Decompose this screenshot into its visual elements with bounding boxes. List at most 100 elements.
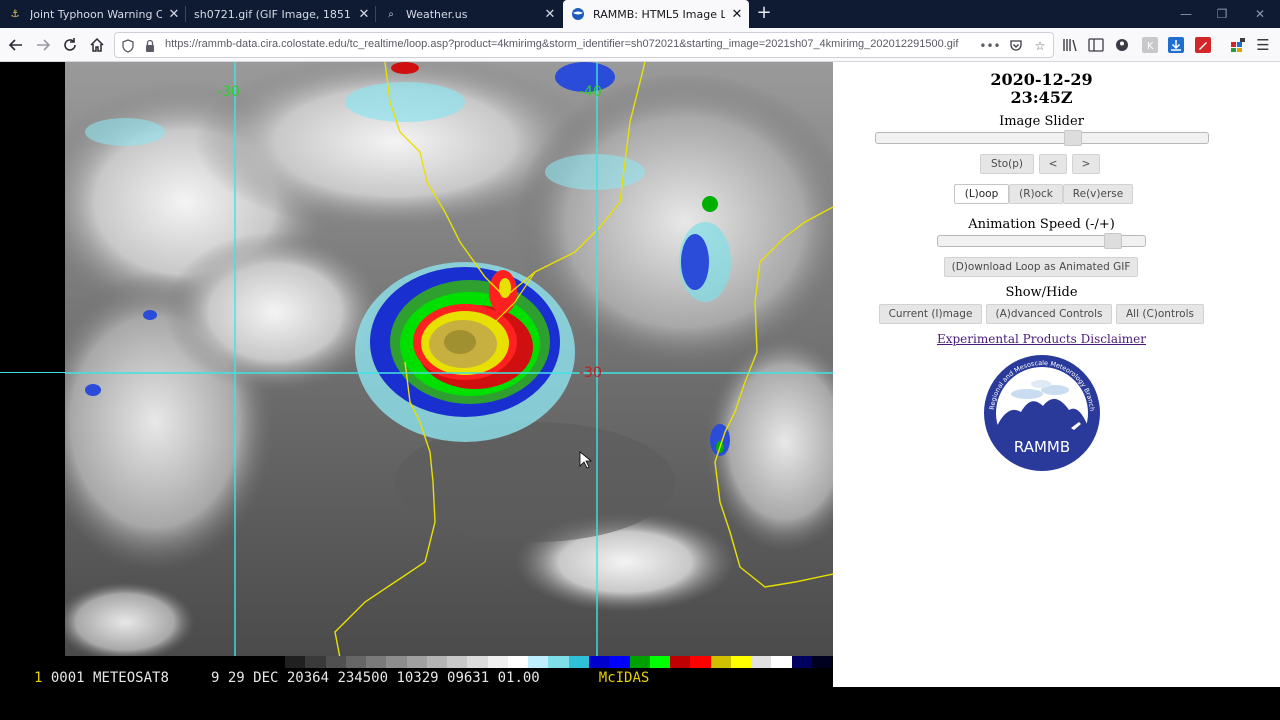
image-slider-label: Image Slider xyxy=(999,114,1084,129)
tab-title: sh0721.gif (GIF Image, 1851 × 938 pixels… xyxy=(194,7,352,21)
color-scale-swatch xyxy=(588,656,610,668)
logo-acronym: RAMMB xyxy=(1014,438,1070,456)
color-scale-swatch xyxy=(751,656,772,668)
minimize-icon[interactable]: — xyxy=(1168,0,1204,28)
download-gif-button[interactable]: (D)ownload Loop as Animated GIF xyxy=(944,257,1138,277)
satellite-info-strip: 1 0001 METEOSAT8 9 29 DEC 20364 234500 1… xyxy=(0,656,833,687)
animation-speed-label: Animation Speed (-/+) xyxy=(968,217,1115,232)
restore-icon[interactable]: ❐ xyxy=(1204,0,1240,28)
new-tab-button[interactable]: + xyxy=(752,0,776,28)
close-icon[interactable]: ✕ xyxy=(162,7,186,22)
color-scale-swatch xyxy=(528,656,549,668)
library-icon[interactable] xyxy=(1061,36,1079,54)
window-close-icon[interactable]: ✕ xyxy=(1242,0,1278,28)
color-scale-swatch xyxy=(811,656,833,668)
shield-icon[interactable] xyxy=(119,37,137,55)
bookmark-star-icon[interactable]: ☆ xyxy=(1031,37,1049,55)
color-scale-swatch xyxy=(406,656,427,668)
image-info-line: 1 0001 METEOSAT8 9 29 DEC 20364 234500 1… xyxy=(34,670,794,686)
color-scale-swatch xyxy=(791,656,812,668)
animation-speed-thumb[interactable] xyxy=(1104,233,1122,249)
current-image-button[interactable]: Current (I)mage xyxy=(879,304,982,324)
pen-extension-icon[interactable] xyxy=(1194,36,1212,54)
close-icon[interactable]: ✕ xyxy=(352,7,376,22)
grid-label-lon-30: -30 xyxy=(217,84,240,100)
color-scale-swatch xyxy=(386,656,407,668)
url-text[interactable]: https://rammb-data.cira.colostate.edu/tc… xyxy=(165,38,975,50)
tab-jtwc[interactable]: ⚓ Joint Typhoon Warning Center ✕ xyxy=(0,0,186,28)
page-content: -30 -40 -30 1 0001 METEOSAT8 9 29 DEC 20… xyxy=(0,62,1280,687)
color-scale-swatch xyxy=(447,656,468,668)
reverse-button[interactable]: Re(v)erse xyxy=(1063,184,1133,204)
stop-button[interactable]: Sto(p) xyxy=(980,154,1034,174)
account-icon[interactable] xyxy=(1113,36,1131,54)
globe-icon xyxy=(571,7,585,21)
back-button[interactable] xyxy=(4,33,28,57)
grid-line-extension xyxy=(0,372,65,374)
color-scale-swatch xyxy=(730,656,752,668)
rock-button[interactable]: (R)ock xyxy=(1009,184,1063,204)
search-icon: ⌕ xyxy=(388,8,394,20)
color-scale-swatch xyxy=(345,656,367,668)
reload-button[interactable] xyxy=(58,33,82,57)
sidebar-icon[interactable] xyxy=(1087,36,1105,54)
home-button[interactable] xyxy=(85,33,109,57)
looper-controls-panel: 2020-12-29 23:45Z Image Slider Sto(p) < … xyxy=(833,62,1280,687)
extensions-icon[interactable] xyxy=(1229,36,1247,54)
tab-rammb-looper[interactable]: RAMMB: HTML5 Image Looper ✕ xyxy=(563,0,749,28)
previous-frame-button[interactable]: < xyxy=(1039,154,1067,174)
color-scale-swatch xyxy=(426,656,448,668)
animation-speed-slider[interactable] xyxy=(937,233,1146,249)
tab-weather-us[interactable]: ⌕ Weather.us ✕ xyxy=(376,0,562,28)
image-slider[interactable] xyxy=(875,130,1209,146)
color-scale-swatch xyxy=(487,656,508,668)
pocket-icon[interactable] xyxy=(1007,37,1025,55)
next-frame-button[interactable]: > xyxy=(1072,154,1100,174)
page-margin xyxy=(0,62,65,687)
url-bar[interactable]: https://rammb-data.cira.colostate.edu/tc… xyxy=(114,32,1054,58)
image-date: 2020-12-29 xyxy=(990,70,1093,89)
menu-icon[interactable]: ☰ xyxy=(1254,36,1272,54)
color-scale-swatch xyxy=(771,656,792,668)
tab-title: RAMMB: HTML5 Image Looper xyxy=(593,7,725,21)
image-info-text: 0001 METEOSAT8 9 29 DEC 20364 234500 103… xyxy=(50,670,540,686)
color-scale-swatch xyxy=(670,656,691,668)
disclaimer-link[interactable]: Experimental Products Disclaimer xyxy=(833,332,1250,346)
more-actions-icon[interactable]: ••• xyxy=(979,37,1000,55)
tab-gif-image[interactable]: sh0721.gif (GIF Image, 1851 × 938 pixels… xyxy=(186,0,376,28)
forward-button[interactable] xyxy=(31,33,55,57)
lock-icon[interactable] xyxy=(141,37,159,55)
close-icon[interactable]: ✕ xyxy=(538,7,562,22)
color-scale-swatch xyxy=(467,656,488,668)
satellite-infrared-image: -30 -40 -30 xyxy=(65,62,833,658)
navigation-bar: https://rammb-data.cira.colostate.edu/tc… xyxy=(0,28,1280,62)
anchor-icon: ⚓ xyxy=(10,8,20,20)
tab-title: Weather.us xyxy=(406,7,468,21)
extension-k-icon[interactable]: K xyxy=(1141,36,1159,54)
satellite-image[interactable]: -30 -40 -30 xyxy=(65,62,833,658)
rammb-logo: Regional and Mesoscale Meteorology Branc… xyxy=(983,354,1101,472)
bottom-bar xyxy=(0,687,1280,720)
download-icon[interactable] xyxy=(1167,36,1185,54)
all-controls-button[interactable]: All (C)ontrols xyxy=(1116,304,1204,324)
arrow-right-icon xyxy=(37,39,51,51)
advanced-controls-button[interactable]: (A)dvanced Controls xyxy=(986,304,1112,324)
color-scale-swatch xyxy=(548,656,569,668)
grid-label-lat-30: -30 xyxy=(579,365,602,381)
loop-button[interactable]: (L)oop xyxy=(954,184,1009,204)
color-scale-swatch xyxy=(690,656,711,668)
tab-strip: ⚓ Joint Typhoon Warning Center ✕ sh0721.… xyxy=(0,0,1280,28)
grid-label-lon-40: -40 xyxy=(579,84,602,100)
color-scale-swatch xyxy=(649,656,671,668)
frame-number: 1 xyxy=(34,670,43,686)
color-scale-swatch xyxy=(305,656,326,668)
reload-icon xyxy=(64,38,76,51)
mcidas-brand: McIDAS xyxy=(598,670,650,686)
color-scale-swatch xyxy=(629,656,650,668)
color-scale-swatch xyxy=(710,656,731,668)
arrow-left-icon xyxy=(8,39,22,51)
home-icon xyxy=(90,37,104,52)
image-slider-thumb[interactable] xyxy=(1064,130,1082,146)
color-scale-swatch xyxy=(568,656,589,668)
close-icon[interactable]: ✕ xyxy=(725,7,749,22)
